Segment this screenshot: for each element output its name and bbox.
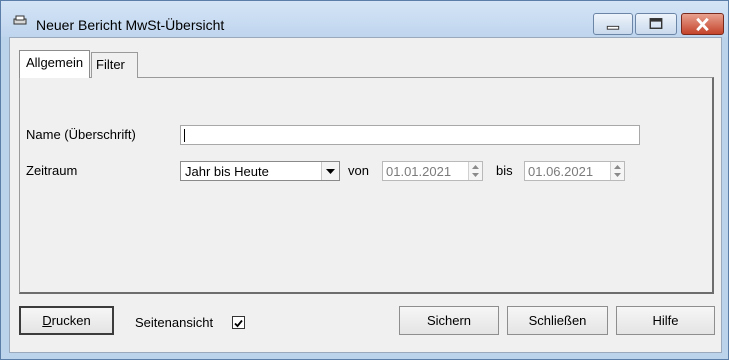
print-button[interactable]: Drucken	[19, 306, 114, 335]
from-date-field[interactable]: 01.01.2021	[382, 161, 483, 181]
print-button-mnemonic: D	[42, 313, 52, 328]
maximize-icon	[649, 18, 663, 29]
print-button-label-rest: rucken	[51, 313, 91, 328]
title-bar[interactable]: Neuer Bericht MwSt-Übersicht	[1, 1, 728, 37]
name-label: Name (Überschrift)	[26, 127, 136, 142]
tab-panel-allgemein: Name (Überschrift) Zeitraum Jahr bis Heu…	[19, 77, 714, 294]
minimize-icon	[606, 25, 620, 30]
from-label: von	[348, 163, 369, 178]
window-title: Neuer Bericht MwSt-Übersicht	[36, 17, 225, 33]
checkmark-icon	[234, 319, 243, 328]
name-input[interactable]	[180, 125, 640, 145]
save-button[interactable]: Sichern	[399, 306, 499, 335]
text-caret	[184, 129, 185, 142]
dropdown-arrow-button[interactable]	[321, 162, 339, 180]
close-button[interactable]: Schließen	[507, 306, 608, 335]
period-select[interactable]: Jahr bis Heute	[180, 161, 340, 181]
tab-allgemein[interactable]: Allgemein	[19, 50, 90, 78]
from-date-value: 01.01.2021	[386, 164, 452, 179]
help-button[interactable]: Hilfe	[616, 306, 715, 335]
tab-filter[interactable]: Filter	[91, 52, 138, 78]
period-label: Zeitraum	[26, 163, 78, 178]
chevron-down-icon	[326, 169, 335, 174]
preview-label: Seitenansicht	[135, 315, 214, 330]
period-select-value: Jahr bis Heute	[185, 164, 269, 179]
dialog-client-area: Allgemein Filter Name (Überschrift) Zeit…	[9, 37, 722, 353]
report-print-icon	[13, 15, 27, 25]
to-date-spinner[interactable]	[610, 162, 624, 180]
maximize-button[interactable]	[635, 13, 677, 35]
from-date-spinner[interactable]	[468, 162, 482, 180]
to-label: bis	[496, 163, 513, 178]
minimize-button[interactable]	[593, 13, 633, 35]
spinner-arrows-icon	[472, 165, 479, 177]
close-window-button[interactable]	[681, 13, 724, 35]
close-icon	[696, 17, 709, 32]
spinner-arrows-icon	[614, 165, 621, 177]
to-date-value: 01.06.2021	[528, 164, 594, 179]
dialog-window: Neuer Bericht MwSt-Übersicht Allgemein F…	[0, 0, 729, 360]
preview-checkbox[interactable]	[232, 316, 245, 329]
to-date-field[interactable]: 01.06.2021	[524, 161, 625, 181]
